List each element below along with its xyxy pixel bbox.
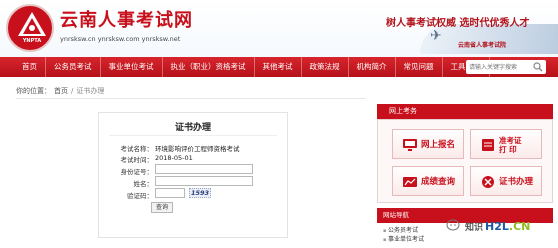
id-number-input[interactable]	[155, 164, 253, 174]
name-row: 姓名：	[99, 176, 287, 188]
watermark-brand: H2L.CN	[485, 220, 530, 233]
exam-time-row: 考试时间： 2018-05-01	[99, 152, 287, 164]
captcha-image[interactable]: 1593	[189, 188, 211, 198]
certificate-handling-button[interactable]: 证书办理	[470, 166, 542, 196]
nav-item-public-institution[interactable]: 事业单位考试	[101, 57, 163, 77]
site-url: ynrsksw.cn ynrsksw.com ynrsksw.net	[60, 35, 181, 43]
captcha-input[interactable]	[155, 188, 185, 198]
score-query-label: 成绩查询	[421, 176, 456, 187]
certificate-form-panel: 证书办理 考试名称： 环境影响评价工程师资格考试 考试时间： 2018-05-0…	[98, 112, 288, 238]
logo-emblem-icon	[18, 12, 46, 36]
online-service-header: 网上考务	[377, 104, 553, 119]
logo-text: YNPTA	[22, 38, 42, 44]
watermark-brand-main: H2L	[485, 219, 509, 233]
query-button[interactable]: 查询	[151, 202, 173, 213]
name-label: 姓名：	[133, 180, 154, 188]
admission-ticket-label: 准考证打 印	[499, 130, 522, 160]
sub-logo-text: 云南省人事考试院	[458, 42, 507, 49]
main-nav: 首页 公务员考试 事业单位考试 执业（职业）资格考试 其他考试 政策法规 机构简…	[0, 57, 558, 77]
certificate-handling-label: 证书办理	[499, 176, 534, 187]
breadcrumb-prefix: 你的位置：	[16, 87, 51, 95]
breadcrumb-current: 证书办理	[76, 87, 105, 95]
nav-item-other-exams[interactable]: 其他考试	[255, 57, 302, 77]
nav-item-qualification[interactable]: 执业（职业）资格考试	[163, 57, 255, 77]
site-title: 云南人事考试网	[60, 10, 193, 31]
breadcrumb-home[interactable]: 首页	[54, 87, 68, 95]
exam-time-label: 考试时间：	[120, 156, 154, 164]
site-header: YNPTA 云南人事考试网 ynrsksw.cn ynrsksw.com ynr…	[0, 0, 558, 57]
watermark-brand-suffix: .CN	[508, 219, 531, 233]
watermark-text: 知识	[465, 222, 484, 233]
nav-item-home[interactable]: 首页	[0, 57, 46, 77]
form-title-divider	[109, 135, 277, 136]
search-icon[interactable]	[533, 62, 543, 72]
chat-bubble-icon	[446, 219, 460, 231]
search-box	[466, 60, 546, 74]
breadcrumb-separator: /	[71, 87, 74, 95]
exam-time-value: 2018-05-01	[155, 154, 193, 162]
captcha-row: 验证码： 1593	[99, 188, 287, 200]
site-logo[interactable]: YNPTA	[6, 4, 54, 52]
search-input[interactable]	[466, 60, 532, 74]
ticket-icon	[482, 139, 494, 151]
nav-item-civil-servant[interactable]: 公务员考试	[46, 57, 101, 77]
id-number-row: 身份证号：	[99, 164, 287, 176]
score-query-button[interactable]: 成绩查询	[392, 166, 464, 196]
nav-item-about[interactable]: 机构简介	[349, 57, 396, 77]
admission-ticket-label-line1: 准考证	[499, 136, 522, 145]
online-registration-label: 网上报名	[421, 139, 456, 150]
id-number-label: 身份证号：	[120, 168, 154, 176]
admission-ticket-button[interactable]: 准考证打 印	[470, 129, 542, 159]
nav-item-policies[interactable]: 政策法规	[302, 57, 349, 77]
breadcrumb: 你的位置： 首页 / 证书办理	[16, 86, 107, 96]
online-registration-button[interactable]: 网上报名	[392, 129, 464, 159]
watermark: 知识 H2L.CN	[446, 215, 554, 237]
content-divider	[16, 98, 366, 99]
certificate-icon	[482, 176, 494, 188]
online-service-box: 网上报名 准考证打 印 成绩查询 证书办理	[377, 119, 553, 203]
admission-ticket-label-line2: 打 印	[499, 145, 517, 154]
monitor-icon	[403, 139, 417, 151]
nav-item-faq[interactable]: 常见问题	[396, 57, 443, 77]
chart-icon	[403, 177, 417, 187]
name-input[interactable]	[155, 176, 253, 186]
header-slogan: 树人事考试权威 选时代优秀人才	[386, 18, 530, 29]
crane-icon: ✈	[430, 28, 442, 44]
captcha-label: 验证码：	[127, 192, 153, 200]
form-title: 证书办理	[174, 123, 211, 133]
